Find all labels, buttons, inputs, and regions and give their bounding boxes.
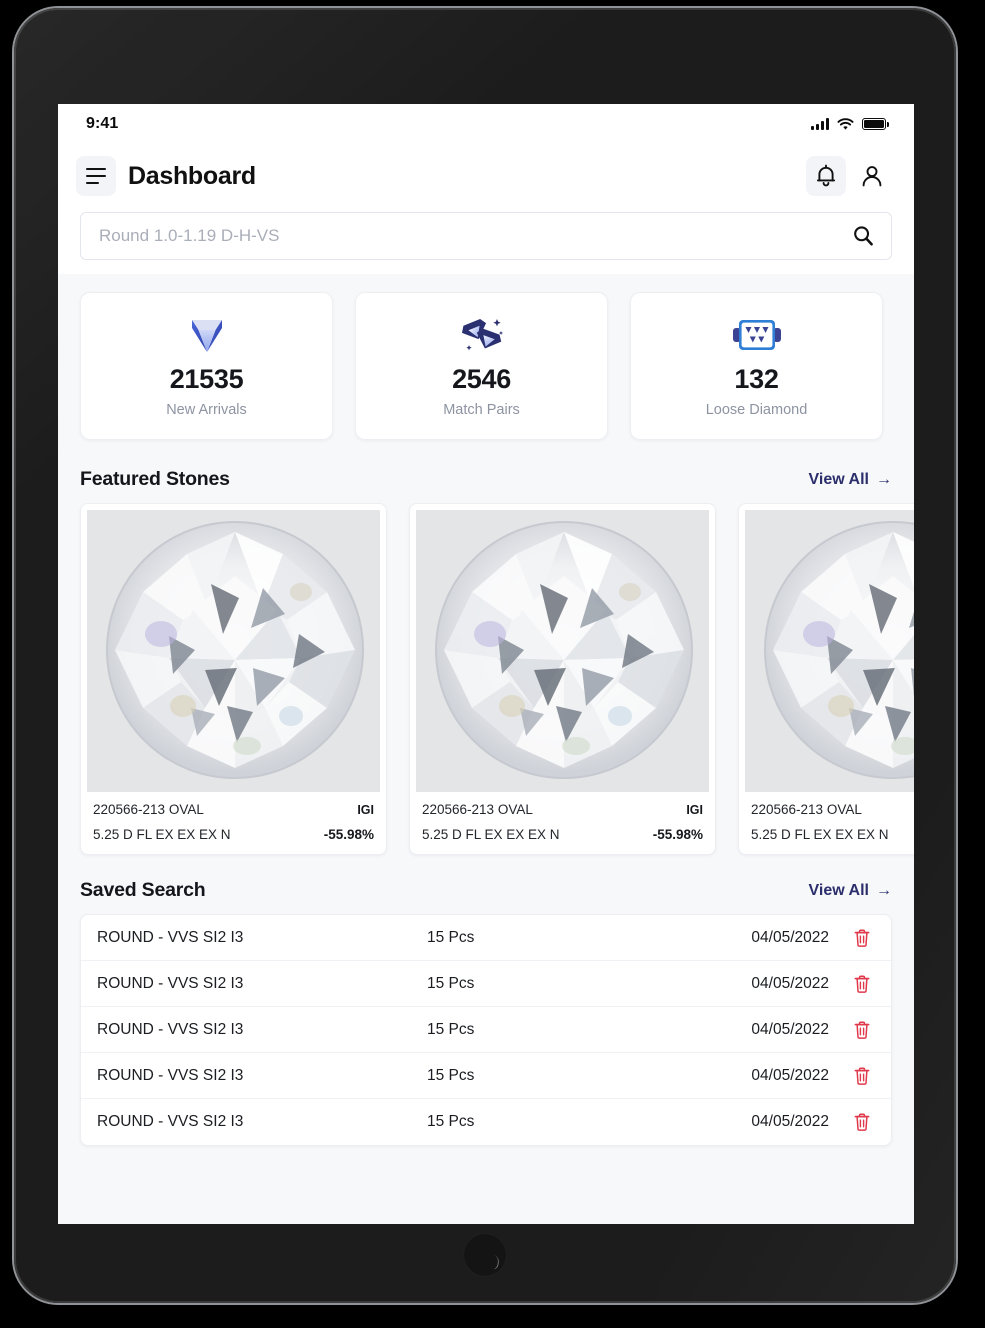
stone-discount: -55.98% (323, 827, 374, 842)
saved-search-date: 04/05/2022 (751, 1066, 829, 1084)
arrow-right-icon: → (876, 881, 892, 899)
trash-icon[interactable] (851, 1066, 873, 1086)
table-row[interactable]: ROUND - VVS SI2 I3 15 Pcs 04/05/2022 (81, 915, 891, 961)
saved-search-header: Saved Search View All → (58, 865, 914, 914)
stone-meta: 220566-213 OVAL 5.25 D FL EX EX EX N (739, 792, 914, 854)
stat-value: 21535 (169, 364, 244, 394)
stat-card-new-arrivals[interactable]: 21535 New Arrivals (80, 292, 333, 440)
screenshot-stage: 9:41 Dashboard Round 1.0-1.19 D-H-VS 215… (0, 0, 985, 1328)
stat-value: 132 (734, 364, 779, 394)
stats-row: 21535 New Arrivals 2546 Match Pairs 132 … (58, 274, 914, 454)
stone-card[interactable]: 220566-213 OVAL 5.25 D FL EX EX EX N (738, 503, 914, 855)
trash-icon[interactable] (851, 928, 873, 948)
saved-search-pcs: 15 Pcs (427, 1020, 475, 1038)
stone-lab-badge: IGI (357, 802, 374, 817)
stone-discount: -55.98% (652, 827, 703, 842)
view-all-label: View All (808, 881, 869, 899)
stone-lab-badge: IGI (686, 802, 703, 817)
section-title: Featured Stones (80, 468, 230, 490)
featured-stones-header: Featured Stones View All → (58, 454, 914, 503)
hamburger-menu-icon[interactable] (76, 156, 116, 196)
view-all-label: View All (808, 470, 869, 488)
app-bar-actions (806, 156, 892, 196)
featured-stones-view-all-link[interactable]: View All → (809, 471, 892, 489)
notification-bell-icon[interactable] (806, 156, 846, 196)
saved-search-pcs: 15 Pcs (427, 1113, 475, 1130)
battery-icon (862, 118, 890, 130)
saved-search-name: ROUND - VVS SI2 I3 (97, 1020, 244, 1038)
app-bar: Dashboard (58, 144, 914, 208)
saved-search-list: ROUND - VVS SI2 I3 15 Pcs 04/05/2022 ROU… (80, 914, 892, 1146)
stat-card-loose-diamond[interactable]: 132 Loose Diamond (630, 292, 883, 440)
paired-diamonds-icon (459, 314, 505, 356)
stone-card[interactable]: 220566-213 OVAL IGI 5.25 D FL EX EX EX N… (80, 503, 387, 855)
table-row[interactable]: ROUND - VVS SI2 I3 15 Pcs 04/05/2022 (81, 1007, 891, 1053)
diamond-photo (416, 510, 709, 792)
diamond-icon (185, 314, 229, 356)
status-bar-time: 9:41 (86, 115, 119, 132)
saved-search-date: 04/05/2022 (751, 974, 829, 992)
featured-stones-row: 220566-213 OVAL IGI 5.25 D FL EX EX EX N… (58, 503, 914, 865)
saved-search-date: 04/05/2022 (751, 928, 829, 946)
stone-spec: 5.25 D FL EX EX EX N (751, 827, 889, 842)
stone-card[interactable]: 220566-213 OVAL IGI 5.25 D FL EX EX EX N… (409, 503, 716, 855)
cellular-signal-icon (811, 118, 829, 130)
search-box[interactable] (80, 212, 892, 260)
stone-id: 220566-213 OVAL (422, 802, 533, 817)
tablet-device-frame: 9:41 Dashboard Round 1.0-1.19 D-H-VS 215… (14, 8, 956, 1303)
status-bar-indicators (811, 117, 890, 131)
table-row[interactable]: ROUND - VVS SI2 I3 15 Pcs 04/05/2022 (81, 1099, 891, 1145)
home-button[interactable] (463, 1233, 507, 1277)
search-input[interactable] (99, 226, 851, 246)
status-bar: 9:41 (58, 104, 914, 144)
diamond-photo (87, 510, 380, 792)
saved-search-pcs: 15 Pcs (427, 1066, 475, 1084)
dashboard-body: 21535 New Arrivals 2546 Match Pairs 132 … (58, 274, 914, 1224)
saved-search-pcs: 15 Pcs (427, 974, 475, 992)
search-section (58, 208, 914, 274)
trash-icon[interactable] (851, 974, 873, 994)
trash-icon[interactable] (851, 1112, 873, 1132)
stone-id: 220566-213 OVAL (751, 802, 862, 817)
stat-value: 2546 (452, 364, 511, 394)
stat-card-match-pairs[interactable]: 2546 Match Pairs (355, 292, 608, 440)
stone-id: 220566-213 OVAL (93, 802, 204, 817)
saved-search-date: 04/05/2022 (751, 1113, 829, 1130)
trash-icon[interactable] (851, 1020, 873, 1040)
diamond-tray-icon (731, 314, 783, 356)
stone-meta: 220566-213 OVAL IGI 5.25 D FL EX EX EX N… (81, 792, 386, 854)
arrow-right-icon: → (876, 470, 892, 488)
diamond-photo (745, 510, 914, 792)
wifi-icon (837, 117, 854, 131)
tablet-screen: 9:41 Dashboard Round 1.0-1.19 D-H-VS 215… (58, 104, 914, 1224)
stone-spec: 5.25 D FL EX EX EX N (93, 827, 231, 842)
saved-search-date: 04/05/2022 (751, 1020, 829, 1038)
stat-label: Match Pairs (443, 402, 520, 418)
stat-label: Loose Diamond (705, 402, 808, 418)
table-row[interactable]: ROUND - VVS SI2 I3 15 Pcs 04/05/2022 (81, 1053, 891, 1099)
user-profile-icon[interactable] (852, 156, 892, 196)
saved-search-name: ROUND - VVS SI2 I3 (97, 1066, 244, 1084)
stone-spec: 5.25 D FL EX EX EX N (422, 827, 560, 842)
saved-search-pcs: 15 Pcs (427, 928, 475, 946)
page-title: Dashboard (128, 161, 256, 190)
search-icon[interactable] (851, 224, 875, 248)
table-row[interactable]: ROUND - VVS SI2 I3 15 Pcs 04/05/2022 (81, 961, 891, 1007)
saved-search-name: ROUND - VVS SI2 I3 (97, 928, 244, 946)
saved-search-name: ROUND - VVS SI2 I3 (97, 974, 244, 992)
section-title: Saved Search (80, 879, 206, 901)
saved-search-view-all-link[interactable]: View All → (809, 882, 892, 900)
saved-search-name: ROUND - VVS SI2 I3 (97, 1113, 244, 1130)
stat-label: New Arrivals (166, 402, 247, 418)
stone-meta: 220566-213 OVAL IGI 5.25 D FL EX EX EX N… (410, 792, 715, 854)
